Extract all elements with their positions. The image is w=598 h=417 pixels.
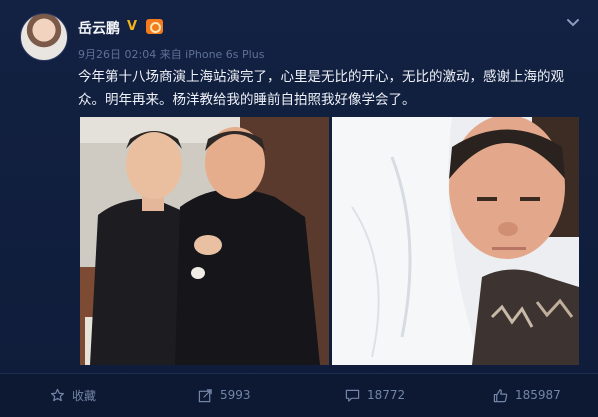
- comment-button[interactable]: 18772: [345, 385, 405, 405]
- thumbs-up-icon: [493, 388, 508, 402]
- vip-crown-icon: [146, 19, 163, 34]
- post-photo-right[interactable]: [332, 117, 579, 365]
- verified-v-icon: V: [127, 19, 138, 34]
- avatar[interactable]: [20, 13, 68, 61]
- post-text: 今年第十八场商演上海站演完了，心里是无比的开心，无比的激动，感谢上海的观众。明年…: [78, 69, 564, 108]
- post-photo-left[interactable]: [80, 117, 329, 365]
- post-meta: 9月26日 02:04 来自 iPhone 6s Plus: [78, 48, 265, 61]
- favorite-label: 收藏: [72, 388, 97, 403]
- comment-count: 18772: [367, 388, 406, 402]
- star-icon: [50, 388, 65, 401]
- username[interactable]: 岳云鹏: [78, 18, 120, 38]
- favorite-button[interactable]: 收藏: [50, 385, 96, 405]
- chevron-down-icon[interactable]: [565, 14, 581, 30]
- like-count: 185987: [515, 388, 561, 402]
- share-icon: [198, 388, 212, 402]
- like-button[interactable]: 185987: [493, 385, 561, 405]
- comment-icon: [345, 389, 360, 402]
- photo-right-illustration: [332, 117, 579, 365]
- share-count: 5993: [220, 388, 251, 402]
- photo-left-illustration: [80, 117, 329, 365]
- share-button[interactable]: 5993: [198, 385, 251, 405]
- weibo-post-card: 岳云鹏 V 9月26日 02:04 来自 iPhone 6s Plus 今年第十…: [0, 0, 598, 417]
